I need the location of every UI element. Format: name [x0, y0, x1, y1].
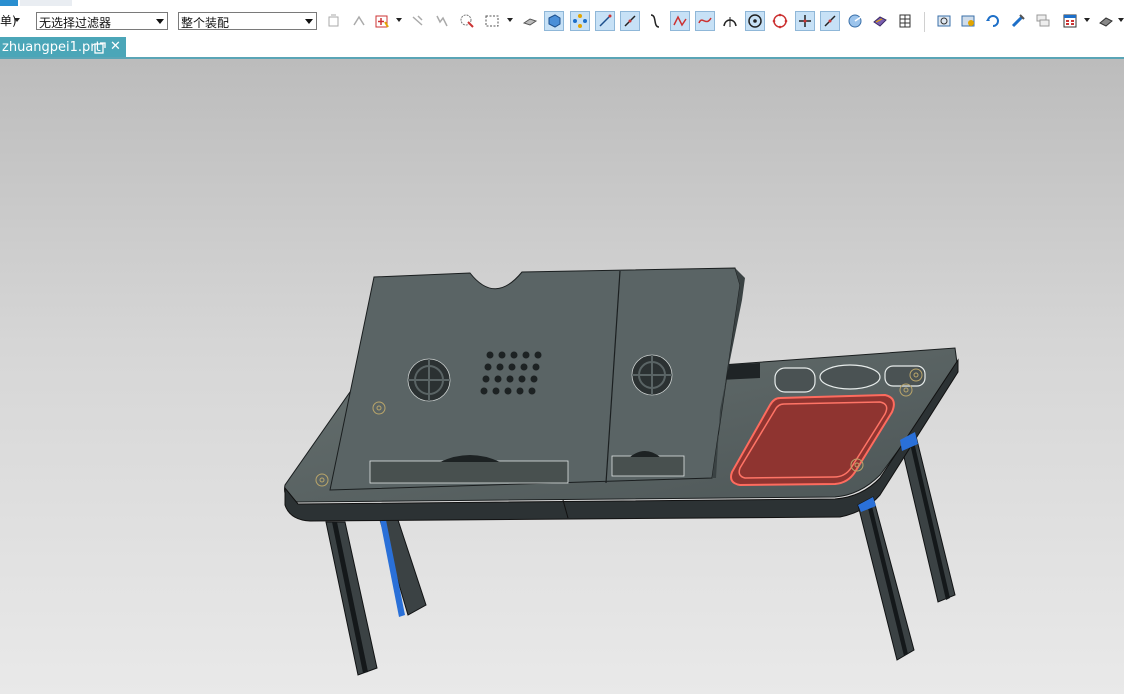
restore-window-icon[interactable]	[94, 42, 106, 54]
window-layout-icon[interactable]	[1060, 11, 1080, 31]
polyline-icon[interactable]	[670, 11, 690, 31]
app-indicator	[0, 0, 18, 6]
feature-select-icon[interactable]	[324, 11, 344, 31]
chevron-down-icon[interactable]	[14, 18, 20, 22]
snap-icon[interactable]	[349, 11, 369, 31]
circle-center-icon[interactable]	[745, 11, 765, 31]
fan-vent-left	[407, 358, 451, 402]
lasso-select-icon[interactable]	[457, 11, 477, 31]
table-leg-back-right	[899, 431, 956, 603]
close-tab-icon[interactable]: ✕	[110, 39, 121, 54]
chevron-down-icon	[305, 19, 313, 24]
arc-center-icon[interactable]	[720, 11, 740, 31]
cup-holder-3	[884, 365, 926, 387]
ribbon-tab-stub[interactable]	[20, 0, 72, 6]
circle-quadrant-icon[interactable]	[770, 11, 790, 31]
type-filter-select[interactable]: 无选择过滤器	[36, 12, 168, 30]
type-filter-value: 无选择过滤器	[39, 16, 112, 30]
layers-icon[interactable]	[1033, 11, 1053, 31]
chevron-down-icon[interactable]	[1084, 18, 1090, 22]
chevron-down-icon[interactable]	[507, 18, 513, 22]
document-tab-bar: zhuangpei1.prt ✕	[0, 37, 1124, 59]
line-midpoint-icon[interactable]	[820, 11, 840, 31]
shaded-view-icon[interactable]	[870, 11, 890, 31]
intersection-icon[interactable]	[795, 11, 815, 31]
cup-holder-1	[774, 367, 816, 393]
curve-icon[interactable]	[645, 11, 665, 31]
fit-view-icon[interactable]	[934, 11, 954, 31]
line-icon[interactable]	[620, 11, 640, 31]
selection-toolbar: 单) 无选择过滤器 整个装配	[0, 8, 1124, 36]
grid-icon[interactable]	[895, 11, 915, 31]
selection-scope-value: 整个装配	[181, 16, 230, 30]
cup-holder-2	[819, 364, 881, 390]
component-icon[interactable]	[570, 11, 590, 31]
edge-icon[interactable]	[595, 11, 615, 31]
window-top-strip	[0, 0, 1124, 6]
sheet-body-icon[interactable]	[544, 11, 564, 31]
toolbar-separator	[924, 12, 925, 32]
chevron-down-icon	[156, 19, 164, 24]
document-tab-title: zhuangpei1.prt	[2, 40, 101, 55]
table-leg-front-left	[325, 521, 378, 676]
pan-icon[interactable]	[1008, 11, 1028, 31]
render-icon[interactable]	[958, 11, 978, 31]
table-leg-back-left	[379, 519, 427, 617]
rotate-icon[interactable]	[983, 11, 1003, 31]
document-tab[interactable]: zhuangpei1.prt ✕	[0, 37, 126, 59]
fan-vent-right	[631, 354, 673, 396]
model-3d-view	[284, 267, 959, 676]
solid-body-icon[interactable]	[520, 11, 540, 31]
add-selection-icon[interactable]	[372, 11, 392, 31]
rectangle-select-icon[interactable]	[482, 11, 502, 31]
spline-icon[interactable]	[695, 11, 715, 31]
chevron-down-icon[interactable]	[1118, 18, 1124, 22]
multi-point-icon[interactable]	[432, 11, 452, 31]
point-icon[interactable]	[408, 11, 428, 31]
display-mode-icon[interactable]	[1096, 11, 1116, 31]
graphics-viewport[interactable]	[0, 59, 1124, 694]
chevron-down-icon[interactable]	[396, 18, 402, 22]
view-orient-icon[interactable]	[845, 11, 865, 31]
selection-scope-select[interactable]: 整个装配	[178, 12, 317, 30]
